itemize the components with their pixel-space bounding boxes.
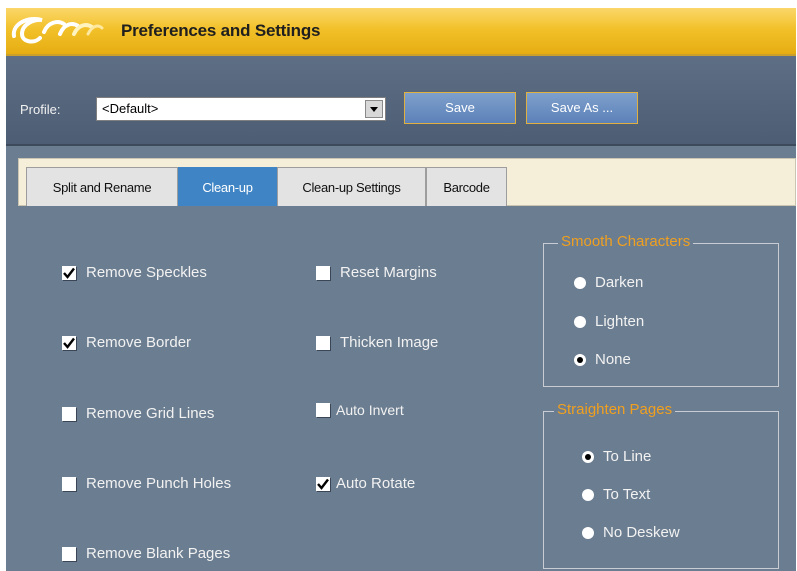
radio-unselected-icon [582,526,594,539]
profile-select[interactable]: <Default> [96,97,386,121]
radio-none[interactable]: None [574,351,631,368]
chevron-down-icon [370,106,378,112]
checkbox-unchecked-icon [316,403,330,417]
save-button[interactable]: Save [404,92,516,124]
tab-split-and-rename[interactable]: Split and Rename [26,167,178,207]
checkbox-label: Thicken Image [340,334,439,351]
radio-to-line[interactable]: To Line [582,448,651,465]
clean-up-panel: Remove Speckles Remove Border Remove Gri… [24,206,796,571]
save-as-button[interactable]: Save As ... [526,92,638,124]
radio-to-text[interactable]: To Text [582,486,650,503]
checkbox-label: Auto Invert [336,402,404,418]
title-bar: Preferences and Settings [6,8,796,56]
radio-darken[interactable]: Darken [574,274,643,291]
checkbox-unchecked-icon [316,265,330,280]
tab-clean-up[interactable]: Clean-up [178,167,277,207]
tab-barcode[interactable]: Barcode [426,167,507,207]
smooth-characters-group: Smooth Characters Darken Lighten None [543,233,779,387]
profile-label: Profile: [20,102,61,117]
remove-speckles-checkbox[interactable]: Remove Speckles [62,264,207,281]
radio-lighten[interactable]: Lighten [574,313,644,330]
radio-unselected-icon [574,315,586,328]
radio-unselected-icon [582,488,594,501]
straighten-pages-legend: Straighten Pages [554,401,676,418]
thicken-image-checkbox[interactable]: Thicken Image [316,334,438,351]
checkbox-label: Remove Speckles [86,264,207,281]
reset-margins-checkbox[interactable]: Reset Margins [316,264,437,281]
radio-unselected-icon [574,276,586,289]
radio-label: Darken [595,274,644,291]
remove-punch-holes-checkbox[interactable]: Remove Punch Holes [62,475,231,492]
profile-bar: Profile: <Default> Save Save As ... [6,56,796,146]
straighten-pages-group: Straighten Pages To Line To Text No Desk… [543,401,779,569]
tab-clean-up-settings[interactable]: Clean-up Settings [277,167,426,207]
radio-label: Lighten [595,313,645,330]
auto-rotate-checkbox[interactable]: Auto Rotate [316,475,415,492]
profile-selected-value: <Default> [102,101,159,116]
checkbox-checked-icon [62,335,76,350]
radio-selected-icon [582,450,594,463]
settings-content: Split and Rename Clean-up Clean-up Setti… [18,158,796,571]
window-title: Preferences and Settings [121,21,321,40]
checkbox-label: Reset Margins [340,264,437,281]
checkbox-label: Remove Grid Lines [86,405,215,422]
checkbox-unchecked-icon [62,406,76,421]
checkbox-checked-icon [316,476,330,491]
radio-label: No Deskew [603,524,680,541]
checkbox-label: Remove Punch Holes [86,475,232,492]
checkbox-checked-icon [62,265,76,280]
checkbox-label: Remove Blank Pages [86,545,231,562]
smooth-characters-legend: Smooth Characters [558,233,694,250]
dropdown-arrow-button[interactable] [365,100,383,118]
radio-label: None [595,351,631,368]
radio-label: To Line [603,448,652,465]
auto-invert-checkbox[interactable]: Auto Invert [316,402,404,418]
checkbox-label: Remove Border [86,334,192,351]
radio-label: To Text [603,486,651,503]
radio-selected-icon [574,353,586,366]
checkbox-unchecked-icon [316,335,330,350]
remove-border-checkbox[interactable]: Remove Border [62,334,191,351]
remove-grid-lines-checkbox[interactable]: Remove Grid Lines [62,405,214,422]
radio-no-deskew[interactable]: No Deskew [582,524,680,541]
checkbox-label: Auto Rotate [336,475,416,492]
checkbox-unchecked-icon [62,476,76,491]
curl-swirl-logo [11,17,104,44]
checkbox-unchecked-icon [62,546,76,561]
tab-strip: Split and Rename Clean-up Clean-up Setti… [18,158,796,207]
remove-blank-pages-checkbox[interactable]: Remove Blank Pages [62,545,230,562]
preferences-window: Preferences and Settings Profile: <Defau… [6,8,796,571]
